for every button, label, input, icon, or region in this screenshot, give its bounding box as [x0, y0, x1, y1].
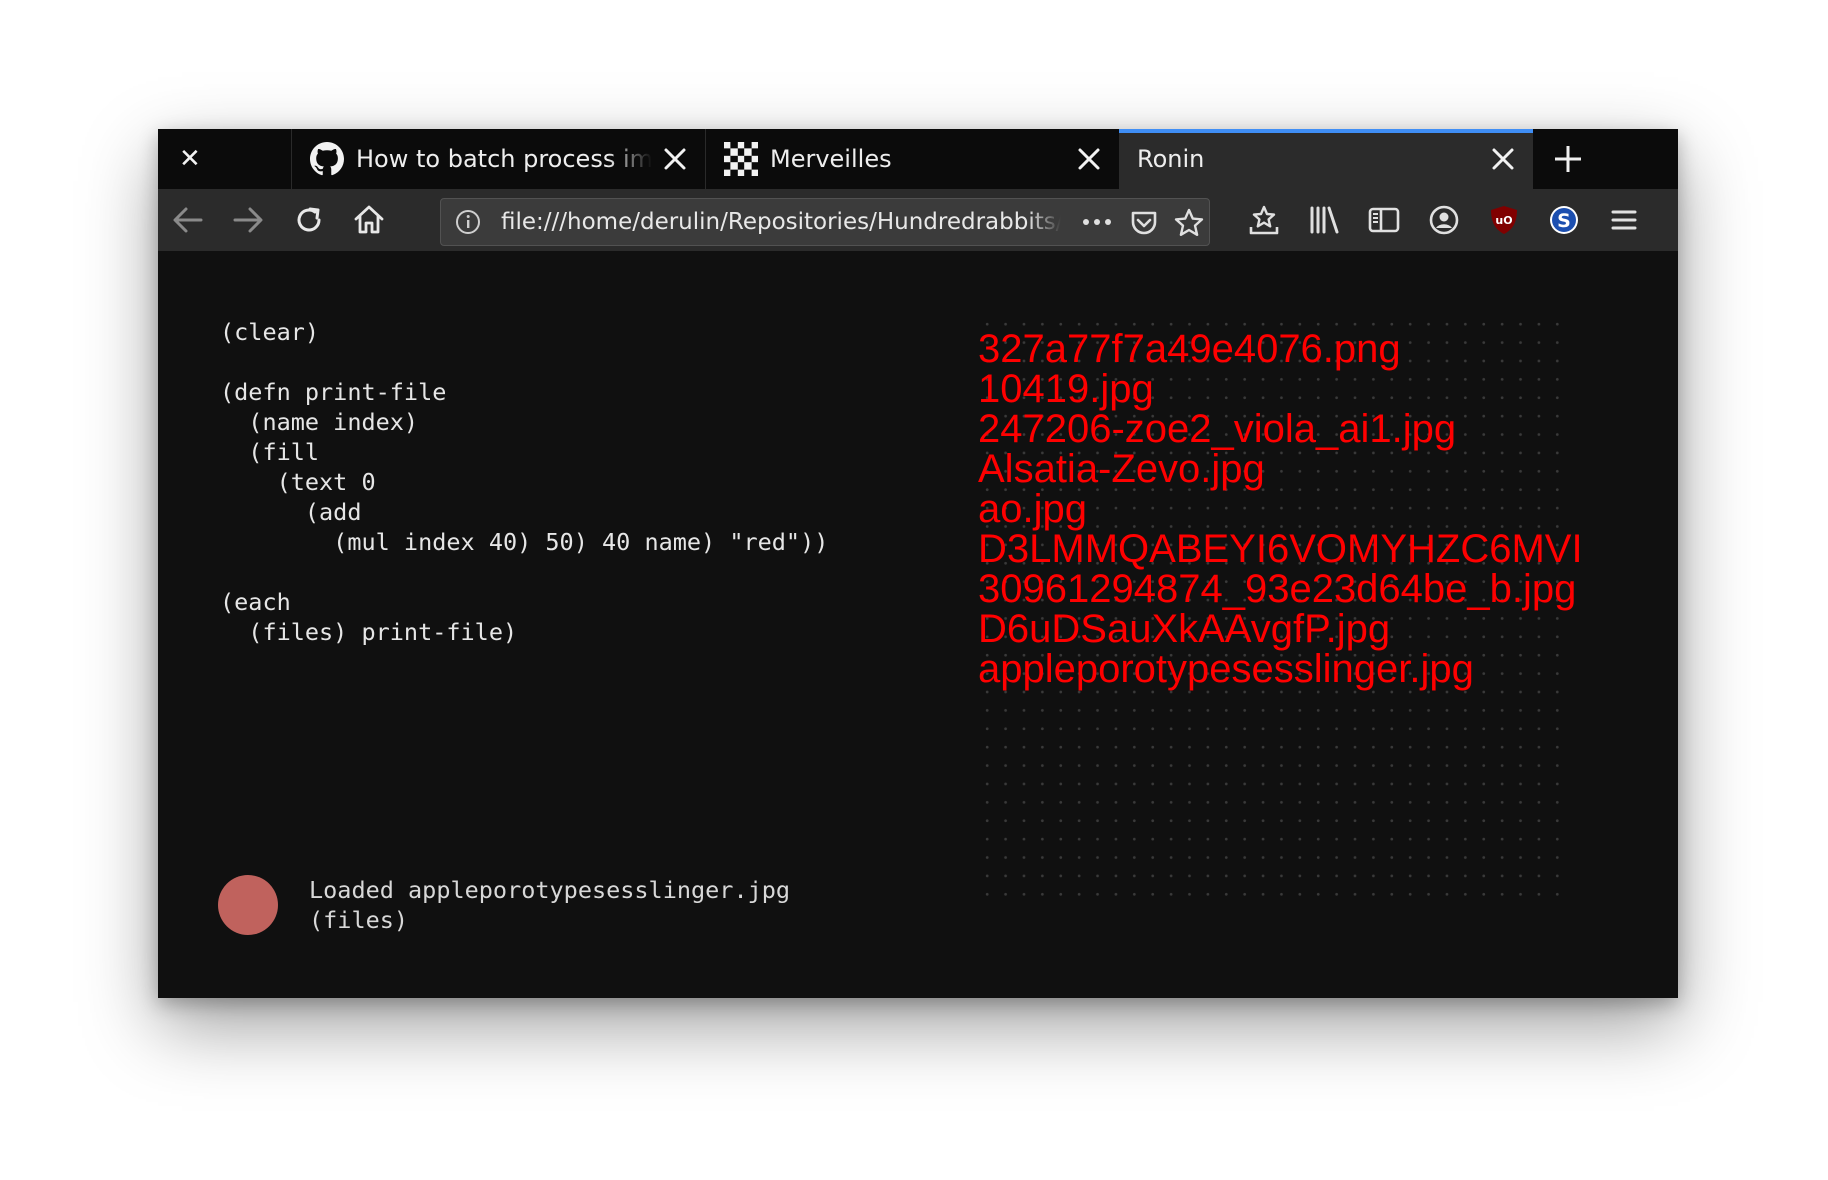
tab-title: How to batch process ima	[356, 145, 652, 173]
drawing-canvas[interactable]: 327a77f7a49e4076.png 10419.jpg 247206-zo…	[978, 315, 1583, 905]
close-icon: ✕	[179, 144, 201, 174]
back-button[interactable]	[168, 200, 208, 240]
file-name: 30961294874_93e23d64be_b.jpg	[978, 567, 1577, 611]
info-icon[interactable]	[455, 209, 481, 235]
ublock-button[interactable]: uO	[1484, 200, 1524, 240]
menu-button[interactable]	[1604, 200, 1644, 240]
close-icon[interactable]	[1487, 143, 1519, 175]
close-icon[interactable]	[659, 143, 691, 175]
browser-window: ✕ How to batch process ima Merveilles Ro…	[158, 129, 1678, 998]
file-name: appleporotypesesslinger.jpg	[978, 647, 1474, 691]
code-editor[interactable]: (clear) (defn print-file (name index) (f…	[220, 317, 828, 647]
address-bar[interactable]: file:///home/derulin/Repositories/Hundre…	[440, 198, 1210, 246]
sidebar-icon	[1368, 207, 1400, 233]
window-close-button[interactable]: ✕	[158, 129, 291, 189]
merveilles-icon	[724, 142, 758, 176]
tab-bar: ✕ How to batch process ima Merveilles Ro…	[158, 129, 1678, 189]
navigation-toolbar: file:///home/derulin/Repositories/Hundre…	[158, 189, 1678, 251]
url-text[interactable]: file:///home/derulin/Repositories/Hundre…	[501, 209, 1061, 235]
new-tab-button[interactable]	[1533, 129, 1603, 189]
home-icon	[354, 205, 384, 234]
status-log: Loaded appleporotypesesslinger.jpg (file…	[309, 875, 790, 935]
file-name: 247206-zoe2_viola_ai1.jpg	[978, 407, 1457, 451]
extension-s-button[interactable]: S	[1544, 200, 1584, 240]
svg-text:S: S	[1557, 210, 1571, 232]
status-line: Loaded appleporotypesesslinger.jpg	[309, 876, 791, 904]
more-actions-icon[interactable]	[1081, 211, 1113, 233]
tab-merveilles[interactable]: Merveilles	[705, 129, 1119, 189]
close-icon[interactable]	[1073, 143, 1105, 175]
plus-icon	[1555, 146, 1581, 172]
account-button[interactable]	[1424, 200, 1464, 240]
tab-title: Ronin	[1137, 145, 1205, 173]
extension-s-icon: S	[1550, 206, 1578, 234]
file-list: 327a77f7a49e4076.png 10419.jpg 247206-zo…	[978, 329, 1583, 689]
file-name: 327a77f7a49e4076.png	[978, 327, 1401, 371]
svg-text:uO: uO	[1495, 214, 1512, 227]
library-button[interactable]	[1304, 200, 1344, 240]
downloads-button[interactable]	[1244, 200, 1284, 240]
sidebar-button[interactable]	[1364, 200, 1404, 240]
reload-icon	[297, 207, 321, 232]
forward-button[interactable]	[228, 200, 268, 240]
library-icon	[1310, 206, 1339, 234]
status-indicator	[218, 875, 278, 935]
tab-title: Merveilles	[770, 145, 892, 173]
page-content: (clear) (defn print-file (name index) (f…	[158, 251, 1678, 998]
file-name: 10419.jpg	[978, 367, 1154, 411]
status-line: (files)	[309, 906, 409, 934]
arrow-right-icon	[233, 207, 263, 233]
file-name: Alsatia-Zevo.jpg	[978, 447, 1265, 491]
hamburger-menu-icon	[1611, 210, 1637, 230]
reload-button[interactable]	[289, 200, 329, 240]
star-tray-icon	[1249, 205, 1279, 235]
ublock-shield-icon: uO	[1491, 206, 1517, 234]
file-name: D3LMMQABEYI6VOMYHZC6MVI	[978, 527, 1583, 571]
file-name: ao.jpg	[978, 487, 1087, 531]
tab-ronin[interactable]: Ronin	[1119, 129, 1533, 189]
file-name: D6uDSauXkAAvgfP.jpg	[978, 607, 1391, 651]
home-button[interactable]	[349, 200, 389, 240]
github-icon	[310, 142, 344, 176]
pocket-icon[interactable]	[1129, 208, 1159, 238]
arrow-left-icon	[173, 207, 203, 233]
account-icon	[1429, 205, 1459, 235]
star-icon[interactable]	[1173, 207, 1205, 239]
tab-github[interactable]: How to batch process ima	[291, 129, 705, 189]
